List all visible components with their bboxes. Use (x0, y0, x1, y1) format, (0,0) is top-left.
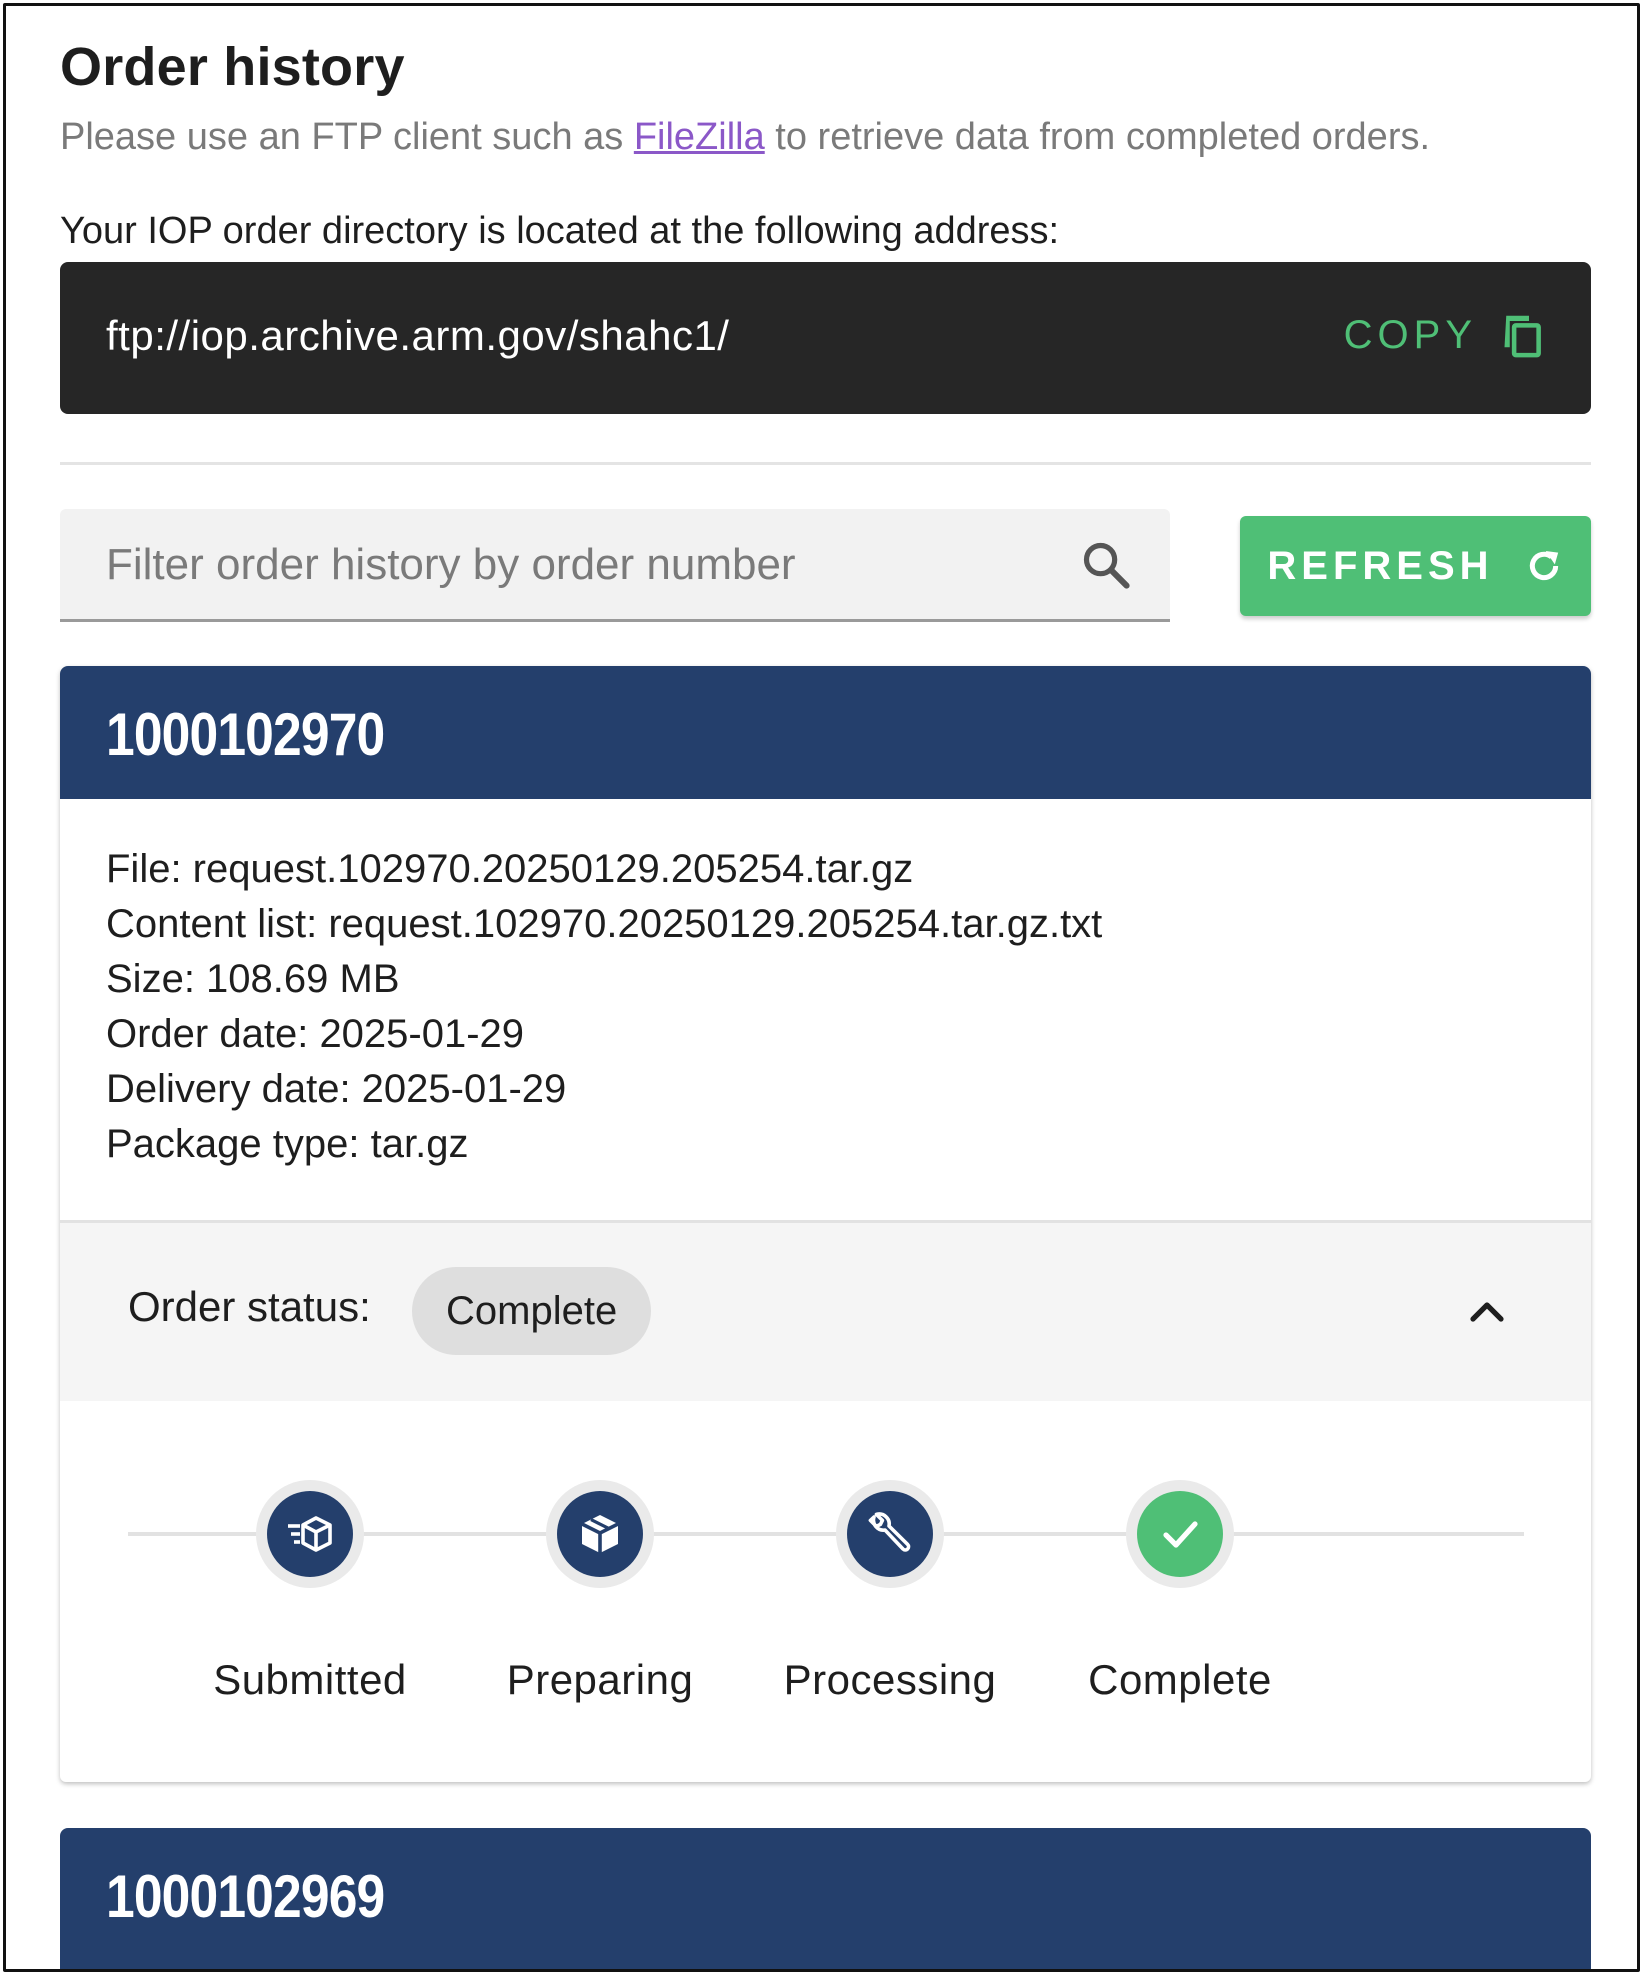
refresh-button[interactable]: REFRESH (1240, 516, 1591, 616)
search-icon[interactable] (1080, 539, 1132, 591)
order-number: 1000102970 (106, 701, 385, 768)
refresh-icon (1529, 551, 1558, 581)
order-history-panel: Order history Please use an FTP client s… (3, 3, 1640, 1972)
order-status-bar[interactable]: Order status: Complete (60, 1220, 1591, 1401)
order-filter-input[interactable] (104, 531, 1048, 599)
order-progress-stepper: Submitted Preparing Processing Complete (60, 1398, 1591, 1782)
page-title: Order history (60, 37, 405, 97)
order-card: 1000102970 File: request.102970.20250129… (60, 666, 1591, 1782)
status-badge: Complete (412, 1267, 652, 1355)
refresh-label: REFRESH (1267, 543, 1494, 588)
step-processing: Processing (740, 1480, 1040, 1704)
shipping-box-icon (288, 1516, 332, 1552)
subtitle-text-end: to retrieve data from completed orders. (764, 116, 1431, 158)
step-label: Preparing (506, 1656, 694, 1703)
filter-field (60, 509, 1170, 622)
step-complete: Complete (1030, 1480, 1330, 1704)
order-package-type: Package type: tar.gz (106, 1122, 469, 1166)
order-status-label: Order status: (128, 1283, 371, 1330)
order-file: File: request.102970.20250129.205254.tar… (106, 847, 914, 891)
ftp-address-box: ftp://iop.archive.arm.gov/shahc1/ COPY (60, 262, 1591, 414)
copy-button[interactable]: COPY (1344, 312, 1543, 358)
page-subtitle: Please use an FTP client such as FileZil… (60, 116, 1591, 159)
step-label: Complete (1088, 1656, 1272, 1703)
package-icon (581, 1515, 619, 1553)
directory-label: Your IOP order directory is located at t… (60, 210, 1060, 252)
copy-icon (1504, 315, 1541, 358)
ftp-url: ftp://iop.archive.arm.gov/shahc1/ (106, 312, 730, 359)
order-details: File: request.102970.20250129.205254.tar… (106, 842, 1102, 1172)
filezilla-link[interactable]: FileZilla (634, 116, 765, 158)
order-date: Order date: 2025-01-29 (106, 1012, 525, 1056)
order-size: Size: 108.69 MB (106, 957, 400, 1001)
step-submitted: Submitted (160, 1480, 460, 1704)
copy-label: COPY (1343, 312, 1477, 357)
step-preparing: Preparing (450, 1480, 750, 1704)
order-card-header[interactable]: 1000102970 (60, 666, 1591, 799)
step-label: Processing (783, 1656, 997, 1703)
check-icon (1163, 1521, 1198, 1548)
order-delivery-date: Delivery date: 2025-01-29 (106, 1067, 567, 1111)
wrench-icon (868, 1512, 911, 1552)
subtitle-text-start: Please use an FTP client such as (60, 116, 634, 158)
chevron-up-icon[interactable] (1463, 1289, 1511, 1337)
step-label: Submitted (213, 1656, 407, 1703)
order-number: 1000102969 (106, 1863, 385, 1930)
order-content-list: Content list: request.102970.20250129.20… (106, 902, 1103, 946)
section-divider (60, 462, 1591, 465)
order-card-header[interactable]: 1000102969 (60, 1828, 1591, 1969)
